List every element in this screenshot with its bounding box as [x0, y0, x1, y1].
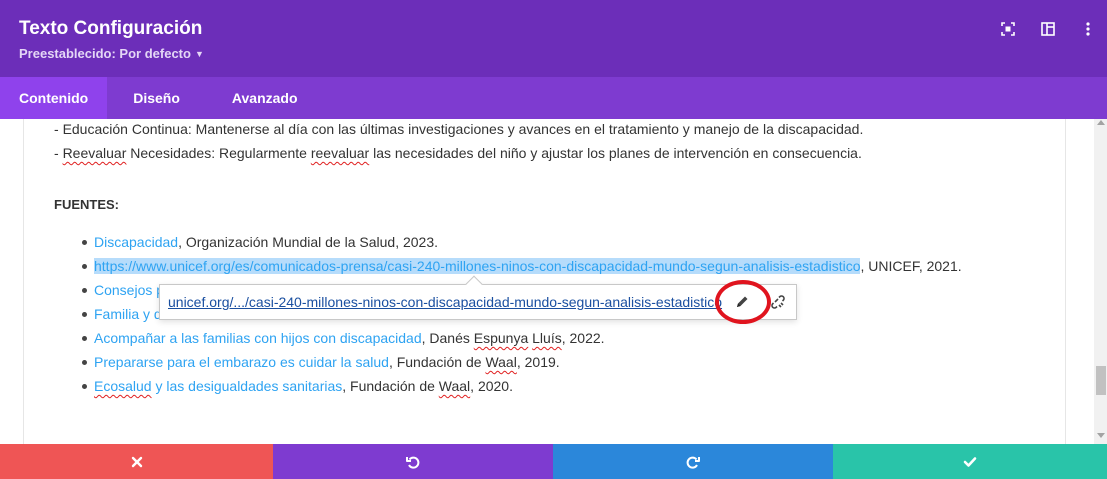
bullet-icon — [82, 336, 87, 341]
source-link[interactable]: Discapacidad — [94, 234, 178, 250]
source-link[interactable]: Prepararse para el embarazo es cuidar la… — [94, 354, 389, 370]
fullscreen-icon[interactable] — [999, 20, 1017, 38]
tab-bar: Contenido Diseño Avanzado — [0, 77, 1107, 119]
close-icon — [131, 456, 142, 467]
scroll-up-icon[interactable] — [1097, 120, 1105, 125]
scrollbar-track[interactable] — [1094, 119, 1107, 444]
misspelled-word: Reevaluar — [62, 145, 127, 161]
tab-contenido[interactable]: Contenido — [0, 77, 108, 119]
more-vertical-icon[interactable] — [1079, 20, 1097, 38]
list-item: Prepararse para el embarazo es cuidar la… — [82, 352, 962, 376]
bullet-icon — [82, 384, 87, 389]
header-toolbar — [999, 20, 1097, 38]
cancel-button[interactable] — [0, 444, 273, 479]
source-link[interactable]: Consejos p — [94, 282, 164, 298]
redo-icon — [686, 456, 700, 469]
settings-header: Texto Configuración Preestablecido: Por … — [0, 0, 1107, 77]
scroll-down-icon[interactable] — [1097, 433, 1105, 438]
preset-label: Preestablecido: Por defecto — [19, 46, 191, 61]
undo-button[interactable] — [273, 444, 553, 479]
source-link-selected[interactable]: https://www.unicef.org/es/comunicados-pr… — [94, 258, 861, 274]
text-editor-area[interactable]: - Educación Continua: Mantenerse al día … — [23, 119, 1066, 444]
preset-dropdown[interactable]: Preestablecido: Por defecto ▼ — [19, 46, 204, 61]
list-item: Acompañar a las familias con hijos con d… — [82, 328, 962, 352]
misspelled-word: Espunya — [473, 330, 529, 346]
bullet-icon — [82, 288, 87, 293]
unlink-button[interactable] — [768, 292, 788, 312]
bullet-icon — [82, 264, 87, 269]
redo-button[interactable] — [553, 444, 833, 479]
save-button[interactable] — [833, 444, 1107, 479]
undo-icon — [406, 456, 420, 469]
bullet-icon — [82, 240, 87, 245]
caret-down-icon: ▼ — [194, 48, 204, 59]
panel-title: Texto Configuración — [19, 18, 203, 39]
split-view-icon[interactable] — [1039, 20, 1057, 38]
misspelled-word: Lluís — [532, 330, 562, 346]
link-popup: unicef.org/.../casi-240-millones-ninos-c… — [159, 275, 797, 320]
list-item: Discapacidad, Organización Mundial de la… — [82, 232, 962, 256]
link-url[interactable]: unicef.org/.../casi-240-millones-ninos-c… — [168, 294, 722, 310]
tab-diseno[interactable]: Diseño — [107, 77, 206, 119]
source-link[interactable]: Acompañar a las familias con hijos con d… — [94, 330, 422, 346]
list-item: https://www.unicef.org/es/comunicados-pr… — [82, 256, 962, 280]
action-bar — [0, 444, 1107, 479]
annotation-circle — [715, 280, 771, 324]
misspelled-word: reevaluar — [310, 145, 370, 161]
misspelled-word: Waal — [438, 378, 471, 394]
text-line-reevaluate: - Reevaluar Necesidades: Regularmente re… — [54, 145, 862, 161]
sources-heading: FUENTES: — [54, 197, 119, 212]
list-item: Ecosalud y las desigualdades sanitarias,… — [82, 376, 962, 400]
unlink-icon — [771, 295, 785, 309]
bullet-icon — [82, 360, 87, 365]
source-link[interactable]: Familia y d — [94, 306, 162, 322]
text-line-education: - Educación Continua: Mantenerse al día … — [54, 121, 864, 137]
scrollbar-thumb[interactable] — [1096, 366, 1106, 395]
check-icon — [963, 456, 977, 467]
misspelled-word: Waal — [485, 354, 517, 370]
tab-avanzado[interactable]: Avanzado — [206, 77, 324, 119]
bullet-icon — [82, 312, 87, 317]
source-link[interactable]: Ecosalud y las desigualdades sanitarias — [94, 378, 342, 394]
